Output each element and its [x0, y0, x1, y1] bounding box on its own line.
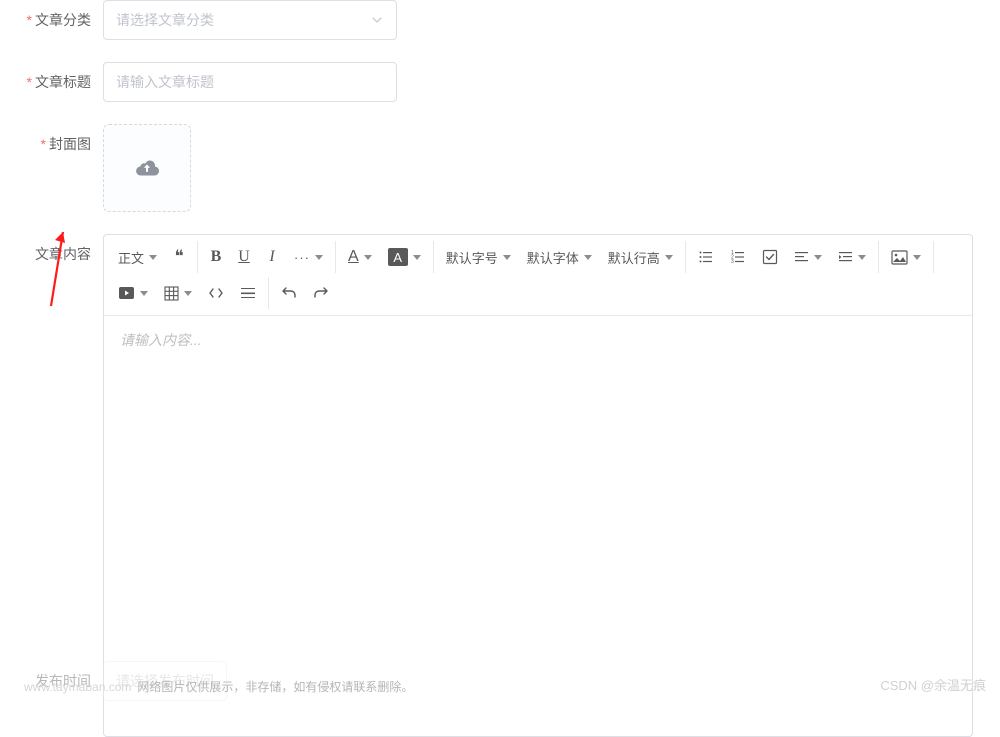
category-select[interactable]: 请选择文章分类	[103, 0, 397, 40]
toolbar-font-size[interactable]: 默认字号	[438, 243, 519, 271]
task-icon	[762, 249, 778, 265]
toolbar-table[interactable]	[156, 279, 200, 307]
list-ol-icon: 123	[730, 249, 746, 265]
editor-placeholder: 请输入内容...	[120, 332, 202, 348]
image-icon	[891, 250, 908, 265]
toolbar-divider[interactable]	[232, 279, 264, 307]
title-input[interactable]: 请输入文章标题	[103, 62, 397, 102]
title-label: *文章标题	[15, 62, 103, 102]
upload-cloud-icon	[133, 156, 161, 181]
video-icon	[118, 286, 135, 300]
toolbar-video[interactable]	[110, 279, 156, 307]
editor-textarea[interactable]: 请输入内容...	[104, 316, 972, 736]
watermark-text: CSDN @余温无痕	[880, 675, 986, 694]
toolbar-italic[interactable]: I	[258, 243, 286, 271]
toolbar-align[interactable]	[786, 243, 830, 271]
table-icon	[164, 286, 179, 301]
toolbar-paragraph[interactable]: 正文	[110, 243, 165, 271]
disclaimer-text: www.taymaban.com 网络图片仅供展示，非存储，如有侵权请联系删除。	[24, 678, 413, 695]
toolbar-more[interactable]: ···	[286, 243, 331, 271]
toolbar-indent[interactable]	[830, 243, 874, 271]
svg-text:3: 3	[731, 259, 734, 265]
toolbar-quote[interactable]: ❝	[165, 243, 193, 271]
redo-icon	[313, 285, 329, 301]
content-label: 文章内容	[15, 234, 103, 274]
indent-icon	[838, 250, 853, 265]
toolbar-font-family[interactable]: 默认字体	[519, 243, 600, 271]
toolbar-bold[interactable]: B	[202, 243, 230, 271]
toolbar-redo[interactable]	[305, 279, 337, 307]
toolbar-ordered-list[interactable]: 123	[722, 243, 754, 271]
rich-text-editor: 正文 ❝ B U I ··· A A	[103, 234, 973, 737]
cover-label: *封面图	[15, 124, 103, 164]
toolbar-bg-color[interactable]: A	[380, 243, 429, 271]
divider-icon	[240, 286, 256, 300]
code-icon	[208, 286, 224, 300]
quote-icon: ❝	[174, 247, 183, 267]
list-ul-icon	[698, 249, 714, 265]
toolbar-image[interactable]	[883, 243, 929, 271]
editor-toolbar: 正文 ❝ B U I ··· A A	[104, 235, 972, 316]
toolbar-line-height[interactable]: 默认行高	[600, 243, 681, 271]
toolbar-undo[interactable]	[273, 279, 305, 307]
toolbar-unordered-list[interactable]	[690, 243, 722, 271]
title-placeholder: 请输入文章标题	[116, 72, 214, 92]
cover-upload[interactable]	[103, 124, 191, 212]
toolbar-task-list[interactable]	[754, 243, 786, 271]
category-label: *文章分类	[15, 0, 103, 40]
align-icon	[794, 250, 809, 265]
toolbar-font-color[interactable]: A	[340, 243, 380, 271]
undo-icon	[281, 285, 297, 301]
toolbar-underline[interactable]: U	[230, 243, 258, 271]
chevron-down-icon	[370, 13, 384, 27]
toolbar-code[interactable]	[200, 279, 232, 307]
category-placeholder: 请选择文章分类	[116, 10, 214, 30]
